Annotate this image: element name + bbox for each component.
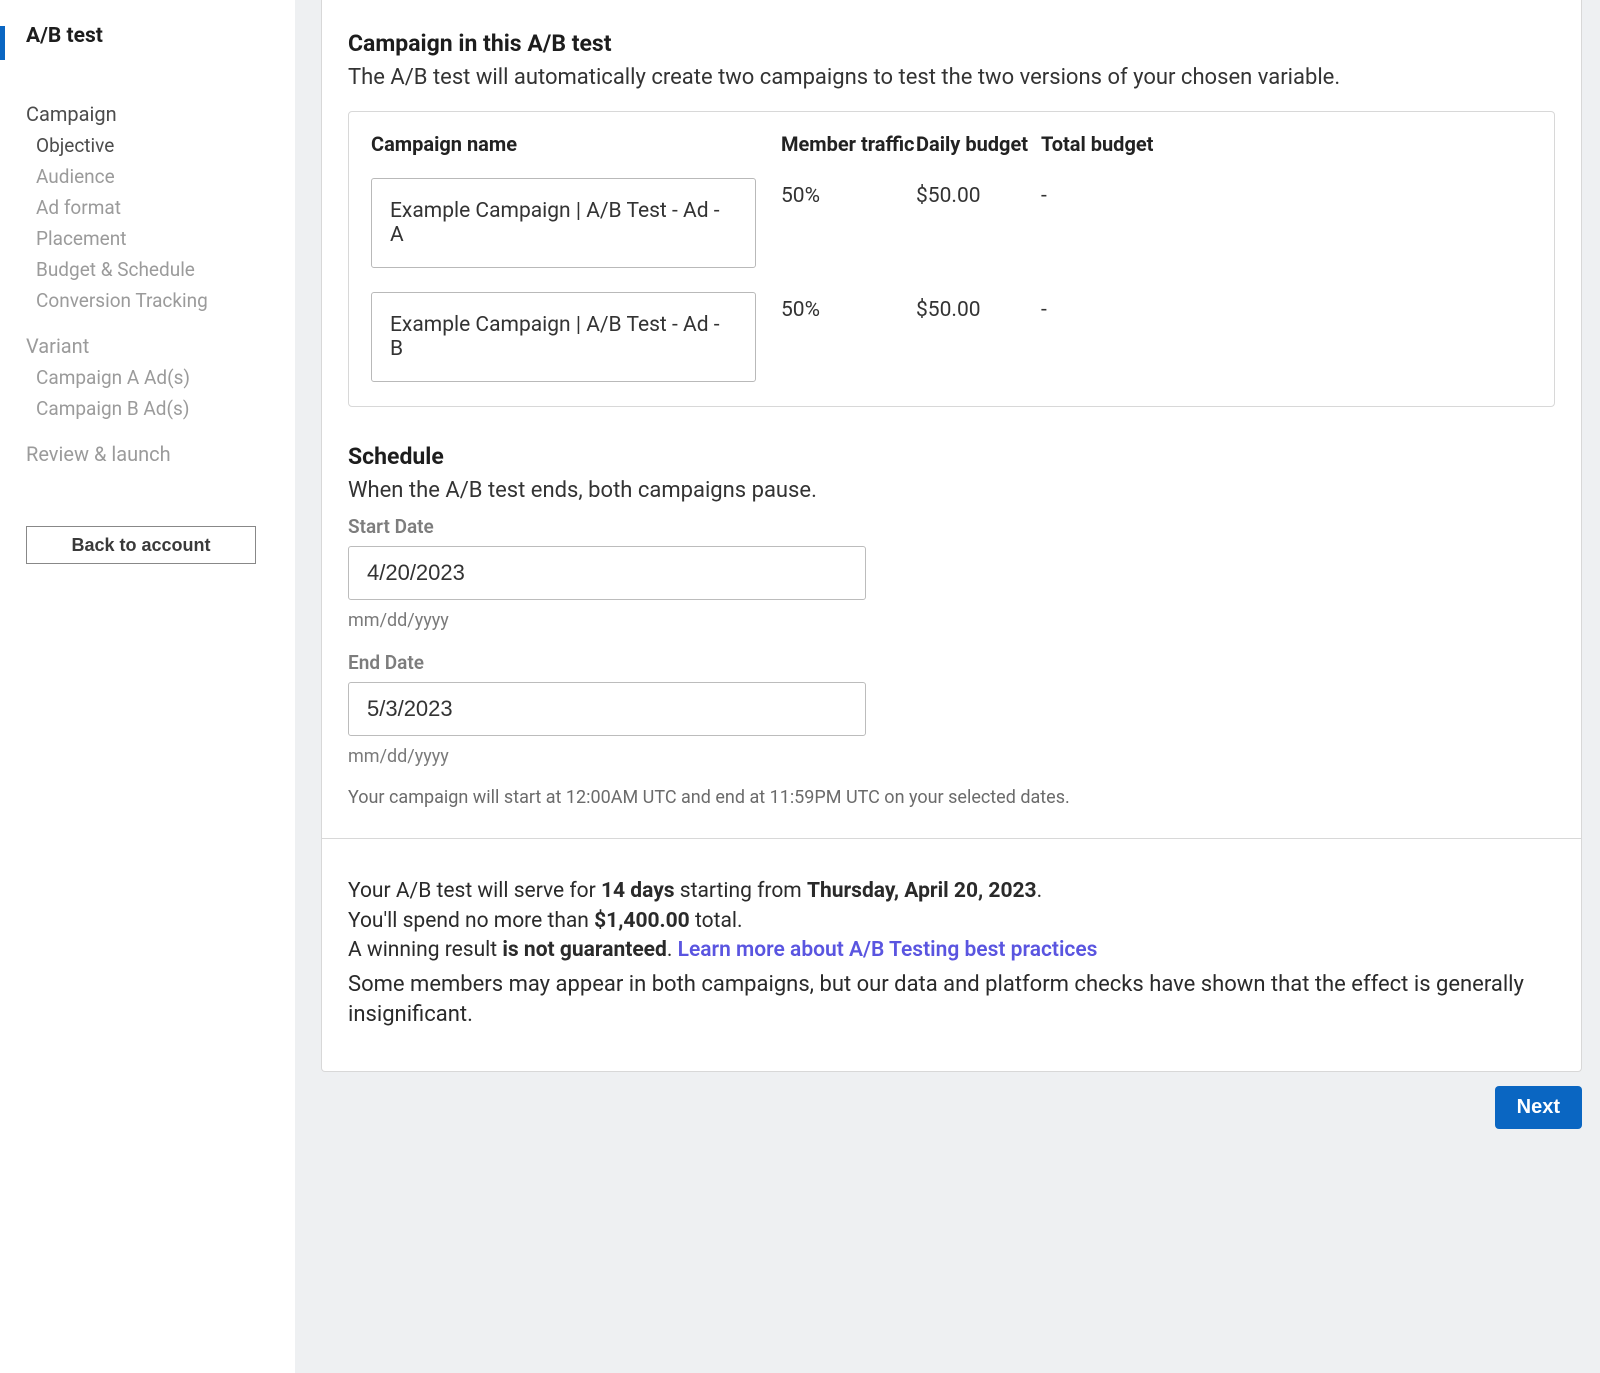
col-header-total: Total budget (1041, 132, 1532, 156)
campaigns-table-header: Campaign name Member traffic Daily budge… (371, 132, 1532, 156)
start-date-input[interactable] (348, 546, 866, 600)
col-header-name: Campaign name (371, 132, 781, 156)
summary-overlap-note: Some members may appear in both campaign… (348, 970, 1555, 1032)
summary-not-guaranteed: is not guaranteed (502, 938, 666, 962)
summary-panel: Your A/B test will serve for 14 days sta… (322, 838, 1581, 1071)
sidebar-gutter (295, 0, 321, 1373)
nav-item-audience[interactable]: Audience (36, 165, 275, 188)
form-card: Campaign in this A/B test The A/B test w… (321, 0, 1582, 1072)
summary-line-duration: Your A/B test will serve for 14 days sta… (348, 877, 1555, 906)
next-button[interactable]: Next (1495, 1086, 1582, 1129)
start-date-hint: mm/dd/yyyy (348, 610, 1555, 631)
nav-item-objective[interactable]: Objective (36, 134, 275, 157)
left-nav: A/B test Campaign Objective Audience Ad … (0, 0, 295, 1373)
nav-item-campaign-a-ads[interactable]: Campaign A Ad(s) (36, 366, 275, 389)
table-row: Example Campaign | A/B Test - Ad - A 50%… (371, 178, 1532, 268)
campaign-name-input-b[interactable]: Example Campaign | A/B Test - Ad - B (371, 292, 756, 382)
nav-section-campaign[interactable]: Campaign (26, 102, 275, 126)
col-header-traffic: Member traffic (781, 132, 916, 156)
campaigns-desc: The A/B test will automatically create t… (348, 63, 1555, 93)
summary-duration: 14 days (601, 879, 675, 903)
nav-item-ad-format[interactable]: Ad format (36, 196, 275, 219)
active-indicator (0, 26, 5, 60)
summary-line-spend: You'll spend no more than $1,400.00 tota… (348, 907, 1555, 936)
nav-item-placement[interactable]: Placement (36, 227, 275, 250)
nav-item-conversion-tracking[interactable]: Conversion Tracking (36, 289, 275, 312)
schedule-timezone-note: Your campaign will start at 12:00AM UTC … (348, 787, 1555, 808)
end-date-hint: mm/dd/yyyy (348, 746, 1555, 767)
nav-item-campaign-b-ads[interactable]: Campaign B Ad(s) (36, 397, 275, 420)
schedule-desc: When the A/B test ends, both campaigns p… (348, 476, 1555, 506)
end-date-input[interactable] (348, 682, 866, 736)
end-date-label: End Date (348, 651, 1555, 674)
campaign-daily-b: $50.00 (916, 292, 1041, 322)
campaigns-table: Campaign name Member traffic Daily budge… (348, 111, 1555, 407)
back-to-account-button[interactable]: Back to account (26, 526, 256, 564)
nav-section-abtest[interactable]: A/B test (26, 24, 275, 48)
campaign-traffic-b: 50% (781, 292, 916, 322)
table-row: Example Campaign | A/B Test - Ad - B 50%… (371, 292, 1532, 382)
campaign-traffic-a: 50% (781, 178, 916, 208)
start-date-label: Start Date (348, 515, 1555, 538)
footer-bar: Next (321, 1072, 1600, 1129)
learn-more-link[interactable]: Learn more about A/B Testing best practi… (678, 938, 1098, 962)
campaigns-heading: Campaign in this A/B test (348, 30, 1555, 57)
summary-start-date: Thursday, April 20, 2023 (807, 879, 1037, 903)
campaign-daily-a: $50.00 (916, 178, 1041, 208)
nav-section-review-launch[interactable]: Review & launch (26, 442, 275, 466)
nav-section-variant[interactable]: Variant (26, 334, 275, 358)
main-panel: Campaign in this A/B test The A/B test w… (321, 0, 1600, 1373)
summary-line-guarantee: A winning result is not guaranteed. Lear… (348, 936, 1555, 965)
summary-spend-cap: $1,400.00 (594, 909, 690, 933)
nav-item-budget-schedule[interactable]: Budget & Schedule (36, 258, 275, 281)
col-header-daily: Daily budget (916, 132, 1041, 156)
schedule-section: Schedule When the A/B test ends, both ca… (348, 443, 1555, 809)
campaign-name-input-a[interactable]: Example Campaign | A/B Test - Ad - A (371, 178, 756, 268)
campaign-total-a: - (1041, 178, 1532, 208)
schedule-heading: Schedule (348, 443, 1555, 470)
campaign-total-b: - (1041, 292, 1532, 322)
